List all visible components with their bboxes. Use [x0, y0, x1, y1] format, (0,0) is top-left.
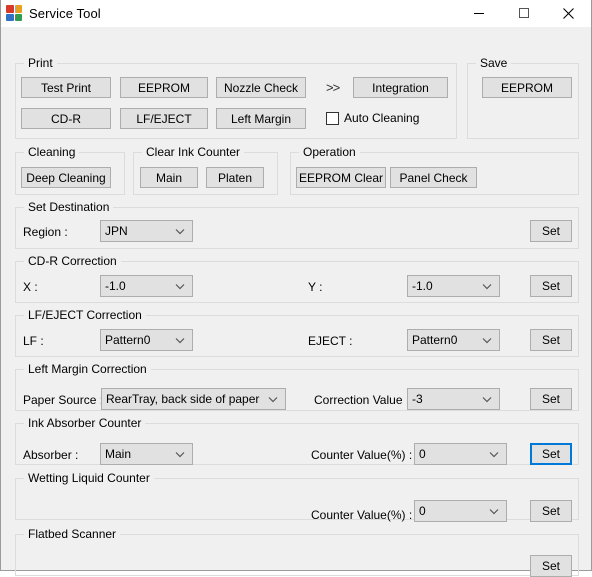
correction-value-label: Correction Value :	[314, 393, 410, 407]
chevron-down-icon	[268, 394, 278, 404]
wetting-counter-select[interactable]: 0	[414, 500, 507, 522]
group-flatbed-scanner: Flatbed Scanner	[15, 527, 579, 576]
chevron-down-icon	[175, 281, 185, 291]
auto-cleaning-checkbox[interactable]	[326, 111, 339, 125]
flatbed-scanner-set-button[interactable]: Set	[530, 555, 572, 577]
paper-source-value: RearTray, back side of paper	[106, 392, 260, 406]
group-left-margin-correction-legend: Left Margin Correction	[24, 362, 151, 376]
cdr-y-label: Y :	[308, 280, 323, 294]
region-select[interactable]: JPN	[100, 220, 193, 242]
ink-absorber-counter-label: Counter Value(%) :	[311, 448, 413, 462]
double-chevron-right-icon: >>	[326, 80, 340, 95]
wetting-counter-value: 0	[419, 504, 426, 518]
paper-source-select[interactable]: RearTray, back side of paper	[101, 388, 286, 410]
chevron-down-icon	[482, 335, 492, 345]
cdr-y-value: -1.0	[412, 279, 433, 293]
cdr-x-select[interactable]: -1.0	[100, 275, 193, 297]
group-set-destination-legend: Set Destination	[24, 200, 114, 214]
group-cleaning-legend: Cleaning	[24, 145, 80, 159]
group-ink-absorber-counter-legend: Ink Absorber Counter	[24, 416, 146, 430]
ink-absorber-counter-select[interactable]: 0	[414, 443, 507, 465]
chevron-down-icon	[482, 394, 492, 404]
group-save-legend: Save	[476, 56, 512, 70]
test-print-button[interactable]: Test Print	[21, 77, 111, 98]
auto-cleaning-checkbox-row[interactable]: Auto Cleaning	[326, 111, 419, 125]
deep-cleaning-button[interactable]: Deep Cleaning	[21, 167, 111, 188]
group-flatbed-scanner-legend: Flatbed Scanner	[24, 527, 121, 541]
minimize-button[interactable]	[456, 0, 501, 26]
left-margin-correction-set-button[interactable]: Set	[530, 388, 572, 410]
set-destination-set-button[interactable]: Set	[530, 220, 572, 242]
group-save: Save	[467, 56, 579, 139]
chevron-down-icon	[175, 335, 185, 345]
lf-select[interactable]: Pattern0	[100, 329, 193, 351]
cdr-correction-set-button[interactable]: Set	[530, 275, 572, 297]
ink-absorber-counter-value: 0	[419, 447, 426, 461]
chevron-down-icon	[482, 281, 492, 291]
close-button[interactable]	[546, 0, 591, 26]
cdr-x-value: -1.0	[105, 279, 126, 293]
panel-check-button[interactable]: Panel Check	[390, 167, 477, 188]
chevron-down-icon	[175, 226, 185, 236]
minimize-icon	[473, 13, 484, 14]
group-wetting-liquid-counter-legend: Wetting Liquid Counter	[24, 471, 154, 485]
absorber-label: Absorber :	[23, 448, 79, 462]
eeprom-print-button[interactable]: EEPROM	[120, 77, 208, 98]
group-cdr-correction-legend: CD-R Correction	[24, 254, 121, 268]
save-eeprom-button[interactable]: EEPROM	[482, 77, 572, 98]
nozzle-check-button[interactable]: Nozzle Check	[216, 77, 306, 98]
cdr-x-label: X :	[23, 280, 38, 294]
maximize-button[interactable]	[501, 0, 546, 26]
group-print-legend: Print	[24, 56, 57, 70]
main-content: Print Test Print EEPROM Nozzle Check >> …	[1, 27, 591, 577]
group-operation-legend: Operation	[299, 145, 360, 159]
lf-label: LF :	[23, 334, 44, 348]
eject-label: EJECT :	[308, 334, 353, 348]
paper-source-label: Paper Source :	[23, 393, 104, 407]
window-controls	[456, 0, 591, 26]
lf-value: Pattern0	[105, 333, 151, 347]
cdr-y-select[interactable]: -1.0	[407, 275, 500, 297]
eject-select[interactable]: Pattern0	[407, 329, 500, 351]
wetting-liquid-counter-set-button[interactable]: Set	[530, 500, 572, 522]
ink-absorber-counter-set-button[interactable]: Set	[530, 443, 572, 465]
close-icon	[563, 7, 574, 19]
chevron-down-icon	[175, 449, 185, 459]
region-value: JPN	[105, 224, 128, 238]
wetting-counter-label: Counter Value(%) :	[311, 508, 413, 522]
chevron-down-icon	[489, 449, 499, 459]
clear-ink-main-button[interactable]: Main	[140, 167, 198, 188]
clear-ink-platen-button[interactable]: Platen	[206, 167, 264, 188]
auto-cleaning-label: Auto Cleaning	[344, 111, 420, 125]
group-clear-ink-counter-legend: Clear Ink Counter	[142, 145, 245, 159]
eeprom-clear-button[interactable]: EEPROM Clear	[296, 167, 386, 188]
group-lf-eject-correction-legend: LF/EJECT Correction	[24, 308, 146, 322]
app-blocks-icon	[6, 5, 22, 21]
left-margin-button[interactable]: Left Margin	[216, 108, 306, 129]
title-bar: Service Tool	[1, 0, 591, 27]
cd-r-button[interactable]: CD-R	[21, 108, 111, 129]
lf-eject-correction-set-button[interactable]: Set	[530, 329, 572, 351]
absorber-select[interactable]: Main	[100, 443, 193, 465]
correction-value: -3	[412, 392, 423, 406]
window-title: Service Tool	[29, 5, 101, 21]
correction-value-select[interactable]: -3	[407, 388, 500, 410]
eject-value: Pattern0	[412, 333, 458, 347]
region-label: Region :	[23, 225, 68, 239]
integration-button[interactable]: Integration	[353, 77, 448, 98]
absorber-value: Main	[105, 447, 132, 461]
lf-eject-button[interactable]: LF/EJECT	[120, 108, 208, 129]
maximize-icon	[518, 8, 529, 18]
chevron-down-icon	[489, 506, 499, 516]
service-tool-window: Service Tool Print Test Print EEPROM Noz…	[0, 0, 592, 577]
